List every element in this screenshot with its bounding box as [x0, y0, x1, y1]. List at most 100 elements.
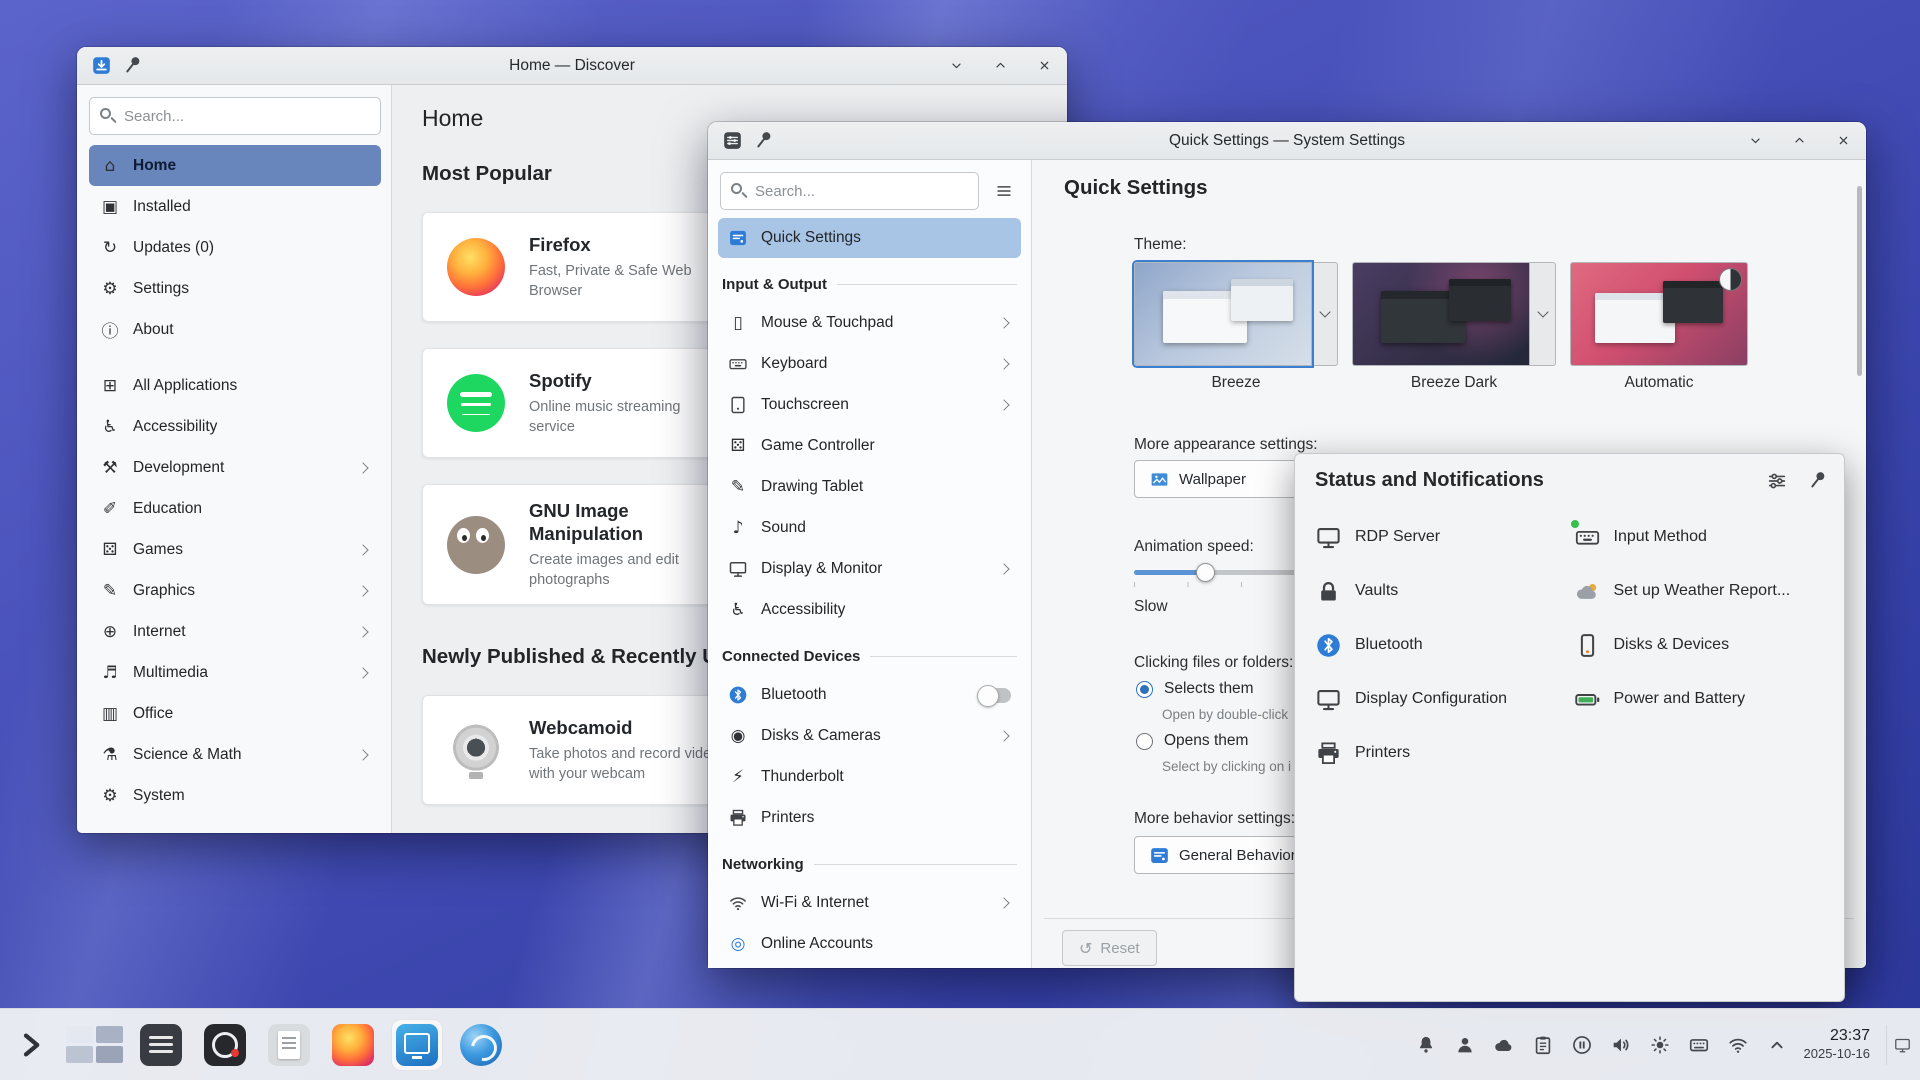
configure-icon[interactable] [1766, 470, 1788, 492]
sidebar-item[interactable]: ◎ Online Accounts [718, 924, 1021, 964]
radio-icon[interactable] [1136, 733, 1153, 750]
sidebar-item[interactable]: ✐ Education [89, 488, 381, 529]
app-launcher-button[interactable] [8, 1022, 54, 1068]
pin-icon[interactable] [750, 127, 776, 153]
reset-button[interactable]: ↺ Reset [1062, 930, 1157, 966]
status-item[interactable]: Display Configuration [1315, 686, 1574, 713]
theme-option[interactable]: Breeze Dark [1352, 262, 1556, 392]
sidebar-item[interactable]: Quick Settings [718, 218, 1021, 258]
close-button[interactable] [1834, 132, 1852, 150]
maximize-button[interactable] [1790, 132, 1808, 150]
sidebar-item[interactable]: ♬ Multimedia [89, 652, 381, 693]
search-input[interactable] [89, 97, 381, 135]
tray-icon-button[interactable] [1608, 1032, 1634, 1058]
tray-icon-button[interactable] [1764, 1032, 1790, 1058]
taskbar-app-button[interactable] [263, 1019, 315, 1071]
clock[interactable]: 23:37 2025-10-16 [1804, 1026, 1871, 1062]
theme-thumbnail[interactable] [1570, 262, 1748, 366]
sidebar-item[interactable]: ♿ Accessibility [718, 590, 1021, 630]
tweaks-icon [140, 1024, 182, 1066]
tray-icon-button[interactable] [1725, 1032, 1751, 1058]
theme-option[interactable]: Automatic [1570, 262, 1748, 392]
desktop-2[interactable] [96, 1026, 123, 1043]
sidebar-item[interactable]: ⚄ Games [89, 529, 381, 570]
tray-icon-button[interactable] [1491, 1032, 1517, 1058]
bluetooth-toggle[interactable] [977, 688, 1011, 703]
sidebar-item[interactable]: ⓘ About [89, 309, 381, 350]
sidebar-item[interactable]: ⚙ System [89, 775, 381, 816]
sidebar-item[interactable]: Printers [718, 798, 1021, 838]
sidebar-item[interactable]: ◉ Disks & Cameras [718, 716, 1021, 756]
theme-dropdown-button[interactable] [1530, 262, 1556, 366]
status-item[interactable]: Input Method [1574, 524, 1833, 551]
desktop-4[interactable] [96, 1046, 123, 1063]
sidebar-item[interactable]: ♿ Accessibility [89, 406, 381, 447]
taskbar-app-button[interactable] [327, 1019, 379, 1071]
desktop-1[interactable] [66, 1026, 93, 1043]
status-item[interactable]: Bluetooth [1315, 632, 1574, 659]
sidebar-item[interactable]: ♪ Sound [718, 508, 1021, 548]
close-button[interactable] [1035, 57, 1053, 75]
taskbar-app-button[interactable] [391, 1019, 443, 1071]
minimize-button[interactable] [947, 57, 965, 75]
tray-icon-button[interactable] [1647, 1032, 1673, 1058]
radio-selects-them[interactable]: Selects them [1136, 680, 1254, 698]
sidebar-item[interactable]: Wi-Fi & Internet [718, 883, 1021, 923]
taskbar-app-button[interactable] [199, 1019, 251, 1071]
sidebar-item[interactable]: ⊕ Internet [89, 611, 381, 652]
sidebar-item[interactable]: ▣ Installed [89, 186, 381, 227]
status-item[interactable]: Printers [1315, 740, 1574, 767]
taskbar-app-button[interactable] [135, 1019, 187, 1071]
sidebar-item[interactable]: ✎ Drawing Tablet [718, 467, 1021, 507]
pin-icon[interactable] [1804, 467, 1830, 493]
status-item[interactable]: Disks & Devices [1574, 632, 1833, 659]
radio-opens-them[interactable]: Opens them [1136, 732, 1248, 750]
sidebar-item[interactable]: ⌂ Home [89, 145, 381, 186]
tray-icon-button[interactable] [1452, 1032, 1478, 1058]
sidebar-item[interactable]: ✎ Graphics [89, 570, 381, 611]
status-item[interactable]: RDP Server [1315, 524, 1574, 551]
sidebar-item[interactable]: ↻ Updates (0) [89, 227, 381, 268]
status-item[interactable]: Power and Battery [1574, 686, 1833, 713]
sidebar-item-label: Thunderbolt [761, 768, 844, 786]
tray-icon-button[interactable] [1530, 1032, 1556, 1058]
sidebar-item[interactable]: ⚡ Thunderbolt [718, 757, 1021, 797]
sidebar-item[interactable]: Keyboard [718, 344, 1021, 384]
search-input[interactable] [720, 172, 979, 210]
discover-search[interactable] [89, 97, 381, 135]
theme-thumbnail[interactable] [1134, 262, 1312, 366]
tray-icon-button[interactable] [1569, 1032, 1595, 1058]
sidebar-item[interactable]: ⚒ Development [89, 447, 381, 488]
tray-icon-button[interactable] [1686, 1032, 1712, 1058]
sidebar-item[interactable]: ⚙ Settings [89, 268, 381, 309]
sidebar-item[interactable]: ▥ Office [89, 693, 381, 734]
sidebar-item[interactable]: ⚗ Science & Math [89, 734, 381, 775]
hamburger-menu-button[interactable] [987, 174, 1021, 208]
scrollbar[interactable] [1857, 186, 1862, 376]
sidebar-item[interactable]: Touchscreen [718, 385, 1021, 425]
status-item[interactable]: Vaults [1315, 578, 1574, 605]
settings-search[interactable] [720, 172, 979, 210]
theme-dropdown-button[interactable] [1312, 262, 1338, 366]
status-item[interactable]: Set up Weather Report... [1574, 578, 1833, 605]
virtual-desktop-pager[interactable] [66, 1026, 123, 1063]
tray-icon-button[interactable] [1413, 1032, 1439, 1058]
theme-thumbnail[interactable] [1352, 262, 1530, 366]
pin-icon[interactable] [119, 52, 145, 78]
minimize-button[interactable] [1746, 132, 1764, 150]
app-description: Fast, Private & Safe Web Browser [529, 262, 729, 301]
slider-handle[interactable] [1196, 563, 1215, 582]
sidebar-item[interactable]: Display & Monitor [718, 549, 1021, 589]
discover-titlebar[interactable]: Home — Discover [77, 47, 1067, 85]
radio-icon[interactable] [1136, 681, 1153, 698]
desktop-3[interactable] [66, 1046, 93, 1063]
sidebar-item[interactable]: ⊞ All Applications [89, 365, 381, 406]
taskbar-app-button[interactable] [455, 1019, 507, 1071]
sidebar-item[interactable]: Bluetooth [718, 675, 1021, 715]
sidebar-item[interactable]: ⚄ Game Controller [718, 426, 1021, 466]
maximize-button[interactable] [991, 57, 1009, 75]
sidebar-item[interactable]: ▯ Mouse & Touchpad [718, 303, 1021, 343]
theme-option[interactable]: Breeze [1134, 262, 1338, 392]
system-settings-titlebar[interactable]: Quick Settings — System Settings [708, 122, 1866, 160]
show-desktop-button[interactable] [1886, 1025, 1912, 1065]
